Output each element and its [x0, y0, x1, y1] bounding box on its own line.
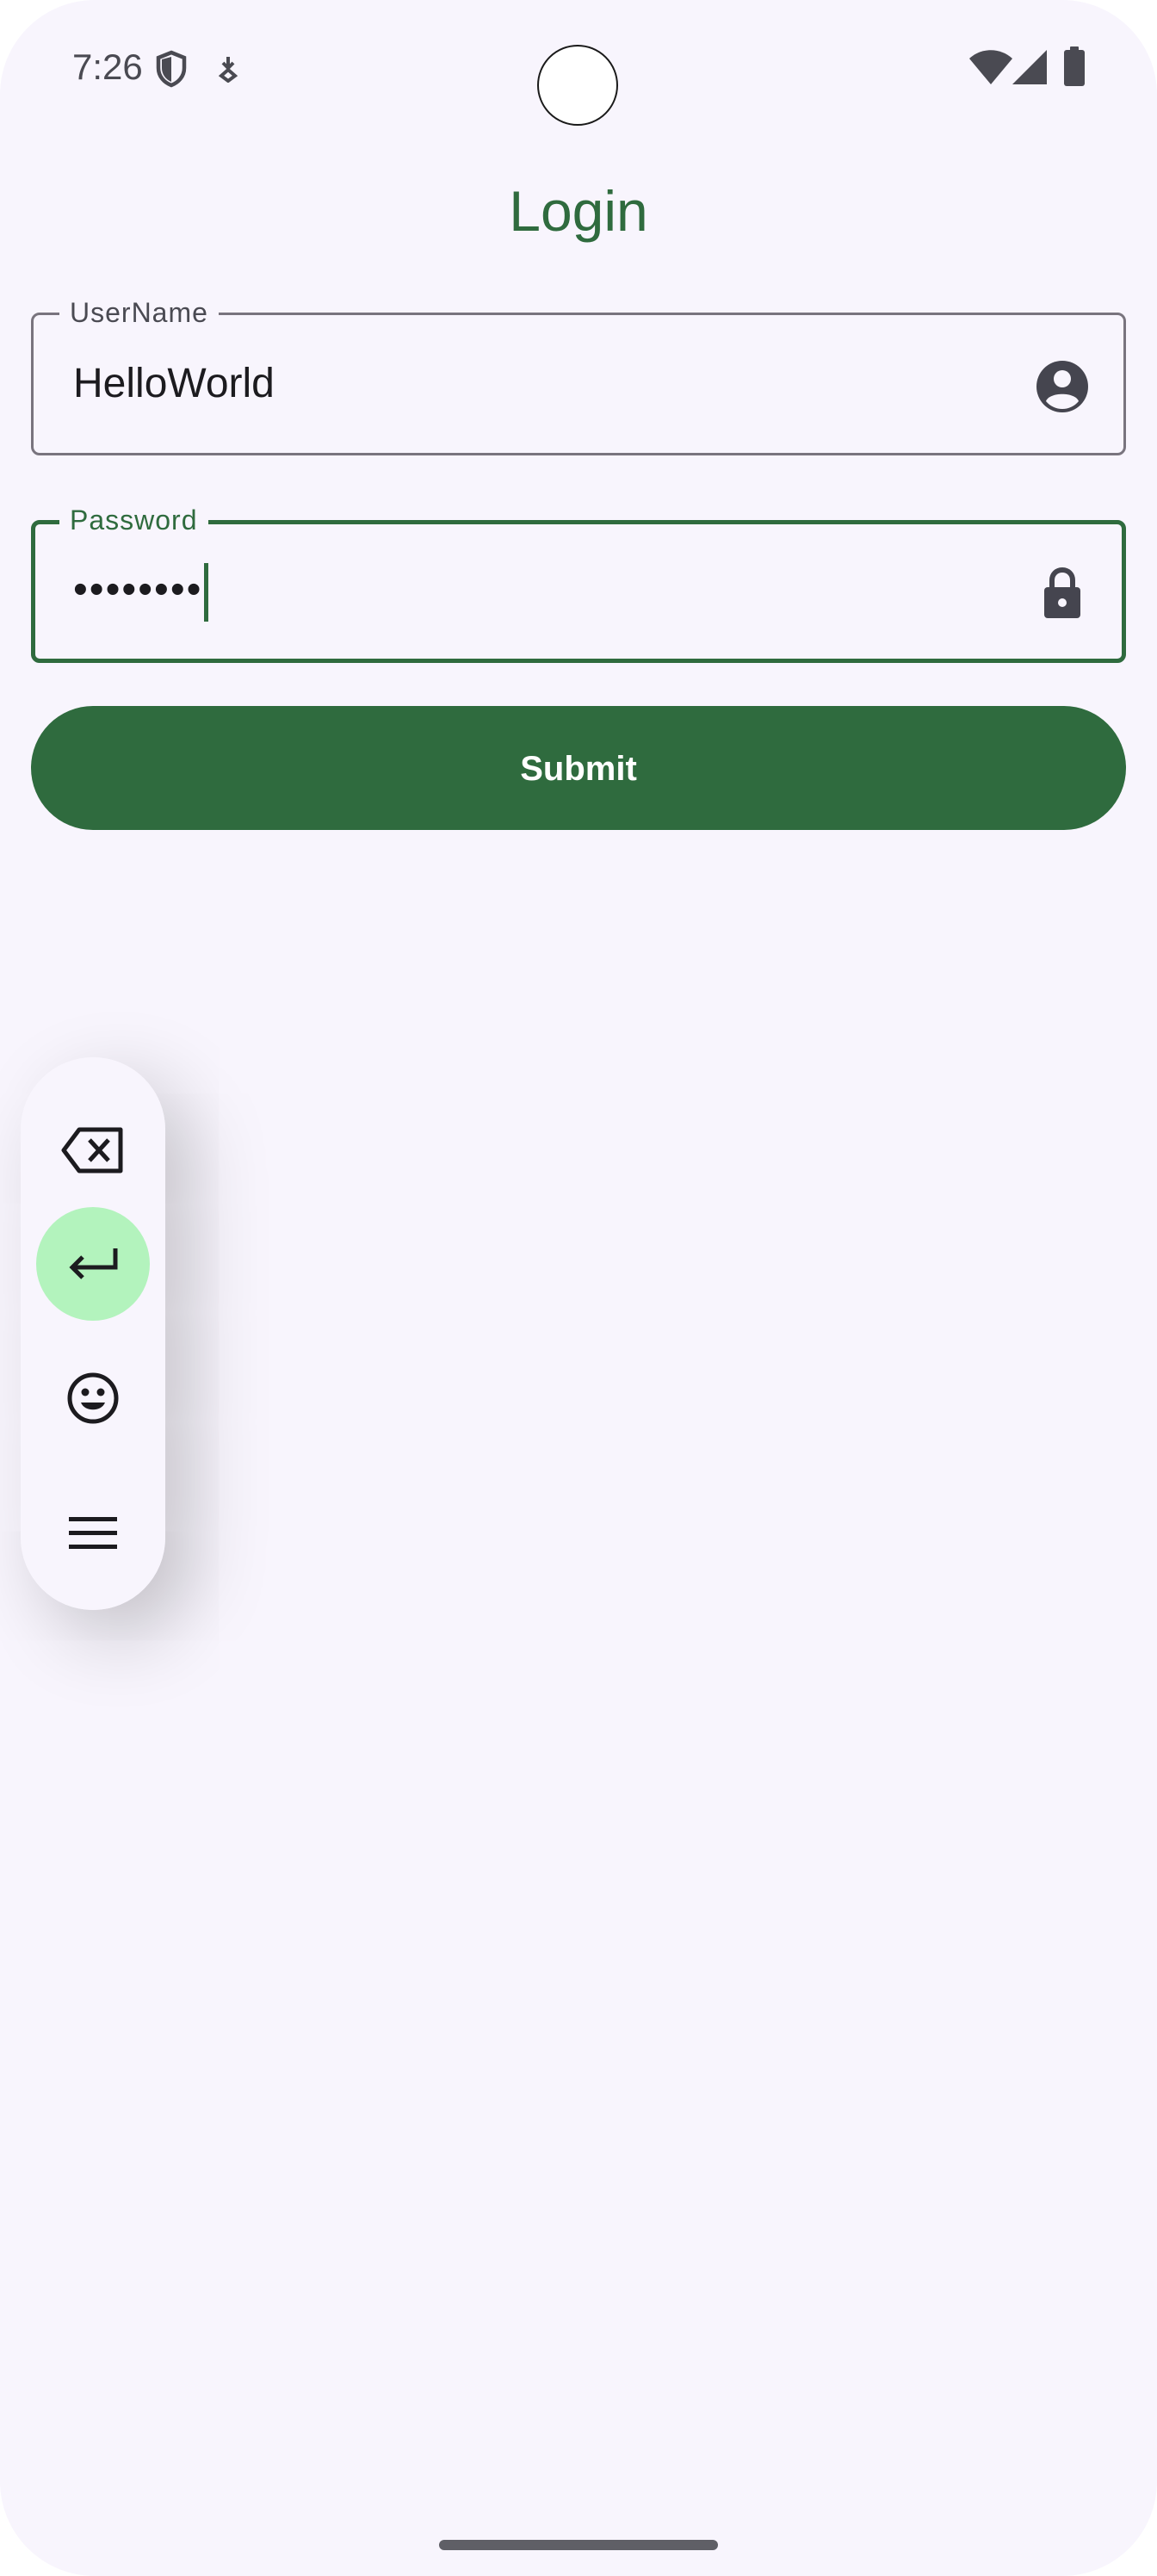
shield-icon [156, 50, 187, 88]
emoji-key[interactable] [36, 1341, 150, 1455]
password-field[interactable]: Password •••••••• [31, 504, 1126, 663]
wifi-icon [969, 50, 1012, 84]
username-label: UserName [59, 296, 219, 329]
account-circle-icon [1036, 361, 1088, 412]
backspace-key[interactable] [36, 1093, 150, 1207]
backspace-icon [61, 1127, 123, 1173]
battery-icon [1064, 46, 1085, 86]
status-time: 7:26 [72, 46, 143, 87]
emoji-icon [67, 1372, 119, 1424]
password-label: Password [59, 504, 208, 536]
enter-icon [69, 1248, 118, 1279]
download-indicator-icon [218, 57, 238, 83]
page-title: Login [509, 179, 648, 243]
app-screen: 7:26 Login UserName HelloWorld Password … [0, 0, 1157, 2576]
menu-key[interactable] [36, 1476, 150, 1589]
gesture-nav-handle[interactable] [439, 2540, 718, 2550]
lock-icon [1044, 567, 1080, 618]
submit-button[interactable]: Submit [31, 706, 1126, 830]
signal-icon [1012, 50, 1047, 84]
password-masked-text: •••••••• [73, 567, 203, 613]
username-field[interactable]: UserName HelloWorld [31, 296, 1126, 455]
camera-cutout [537, 45, 618, 126]
enter-key[interactable] [36, 1207, 150, 1321]
text-caret [204, 563, 209, 622]
floating-keyboard-toolbar [21, 1057, 165, 1610]
username-value[interactable]: HelloWorld [73, 358, 275, 410]
password-value[interactable]: •••••••• [73, 563, 209, 622]
menu-icon [69, 1517, 117, 1549]
